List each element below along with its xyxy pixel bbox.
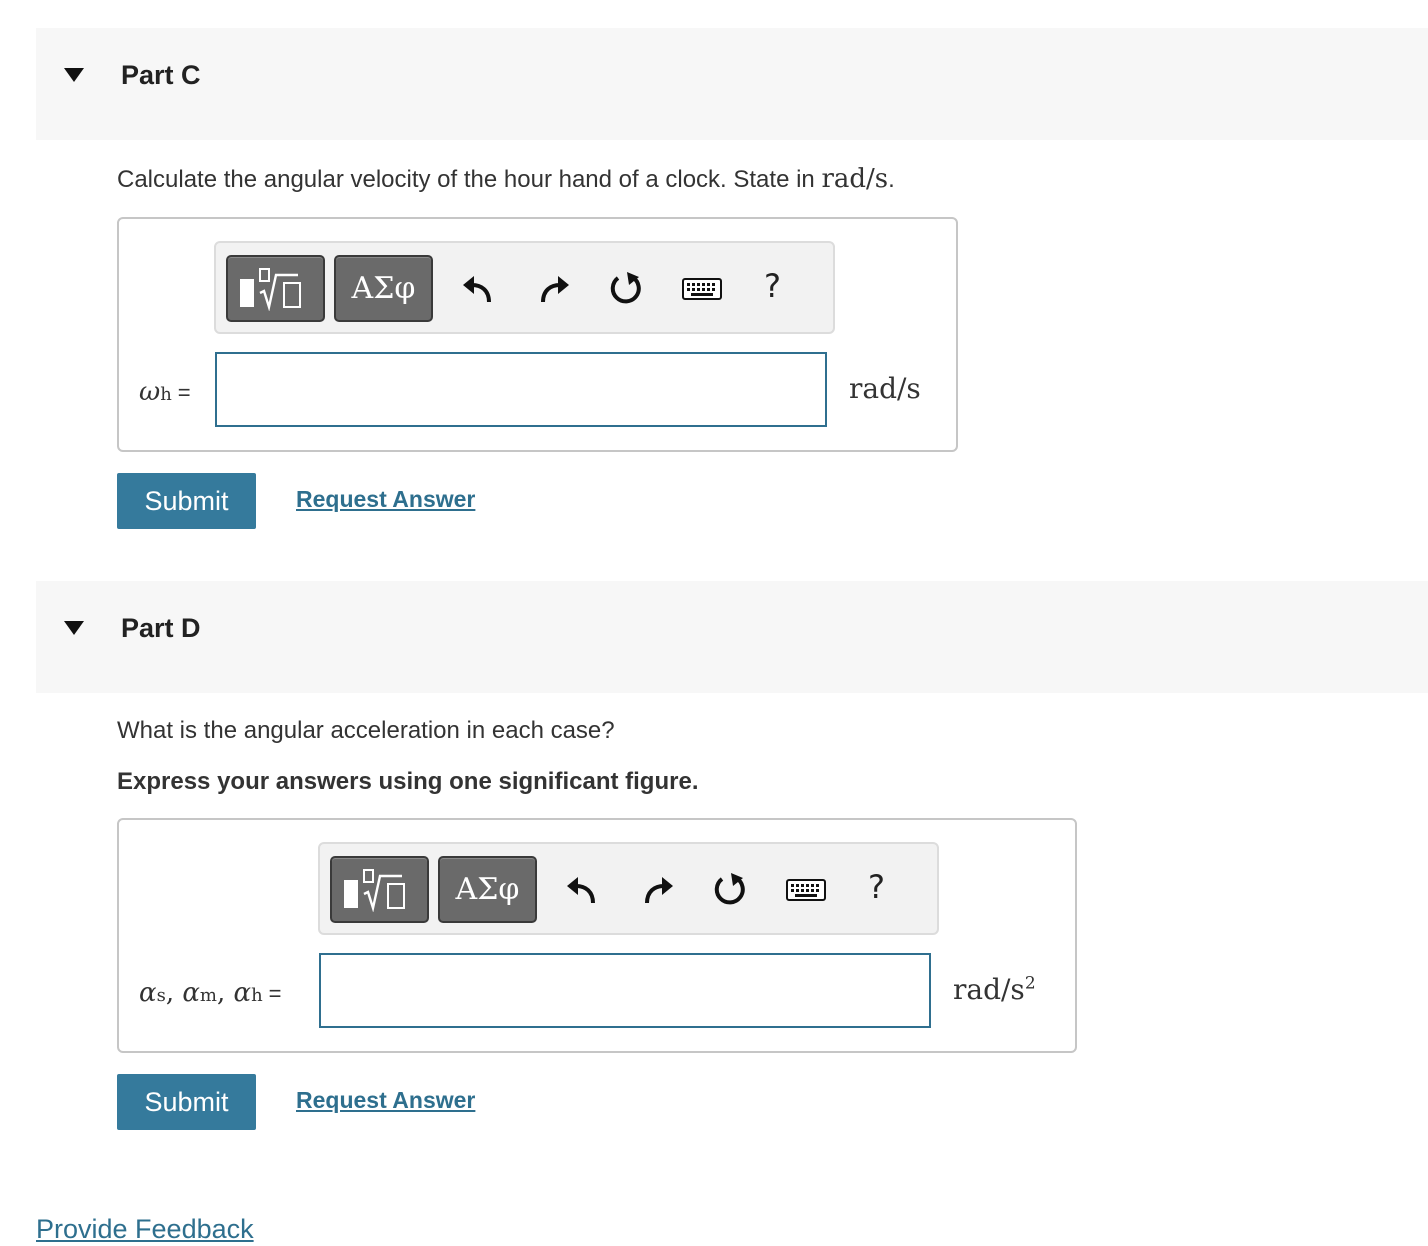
reset-button[interactable] <box>712 872 748 908</box>
part-d-instruction: Express your answers using one significa… <box>117 768 699 795</box>
part-c-request-answer-link[interactable]: Request Answer <box>296 486 475 513</box>
part-d-header[interactable]: Part D <box>36 581 1428 693</box>
part-d-unit: rad/s2 <box>953 973 1036 1006</box>
undo-icon <box>567 877 595 904</box>
part-c-answer-box: ΑΣφ ? ωh = rad/s <box>117 217 958 452</box>
greek-symbols-button[interactable]: ΑΣφ <box>438 856 537 923</box>
keyboard-button[interactable] <box>682 271 722 307</box>
keyboard-icon <box>786 879 826 901</box>
redo-button[interactable] <box>537 271 573 307</box>
undo-button[interactable] <box>459 271 495 307</box>
templates-icon <box>239 267 301 311</box>
part-d-title: Part D <box>121 613 201 643</box>
part-d-toolbar: ΑΣφ ? <box>318 842 939 935</box>
greek-symbols-button[interactable]: ΑΣφ <box>334 255 433 322</box>
caret-down-icon[interactable] <box>64 621 84 635</box>
help-button[interactable]: ? <box>868 868 885 906</box>
question-unit: rad/s <box>821 164 889 194</box>
part-c-header[interactable]: Part C <box>36 28 1428 140</box>
keyboard-button[interactable] <box>786 872 826 908</box>
part-c-unit: rad/s <box>849 372 921 405</box>
templates-button[interactable] <box>226 255 325 322</box>
part-c-question: Calculate the angular velocity of the ho… <box>117 164 895 194</box>
part-d-variable-label: αs, αm, αh = <box>139 978 282 1008</box>
part-d-answer-input[interactable] <box>319 953 931 1028</box>
part-c-submit-button[interactable]: Submit <box>117 473 256 529</box>
templates-icon <box>343 868 405 912</box>
part-d-submit-button[interactable]: Submit <box>117 1074 256 1130</box>
part-d-answer-box: ΑΣφ ? αs, αm, αh = rad/s2 <box>117 818 1077 1053</box>
part-c-answer-input[interactable] <box>215 352 827 427</box>
part-c-title: Part C <box>121 60 201 90</box>
reset-button[interactable] <box>608 271 644 307</box>
redo-button[interactable] <box>641 872 677 908</box>
keyboard-icon <box>682 278 722 300</box>
undo-icon <box>463 276 491 303</box>
redo-icon <box>645 877 673 904</box>
templates-button[interactable] <box>330 856 429 923</box>
reset-icon <box>714 873 745 905</box>
part-d-question: What is the angular acceleration in each… <box>117 717 615 744</box>
reset-icon <box>610 272 641 304</box>
redo-icon <box>541 276 569 303</box>
provide-feedback-link[interactable]: Provide Feedback <box>36 1214 254 1245</box>
part-c-variable-label: ωh = <box>139 377 191 407</box>
help-icon: ? <box>868 868 885 906</box>
undo-button[interactable] <box>563 872 599 908</box>
part-c-toolbar: ΑΣφ ? <box>214 241 835 334</box>
help-icon: ? <box>764 267 781 305</box>
part-d-request-answer-link[interactable]: Request Answer <box>296 1087 475 1114</box>
help-button[interactable]: ? <box>764 267 781 305</box>
caret-down-icon[interactable] <box>64 68 84 82</box>
